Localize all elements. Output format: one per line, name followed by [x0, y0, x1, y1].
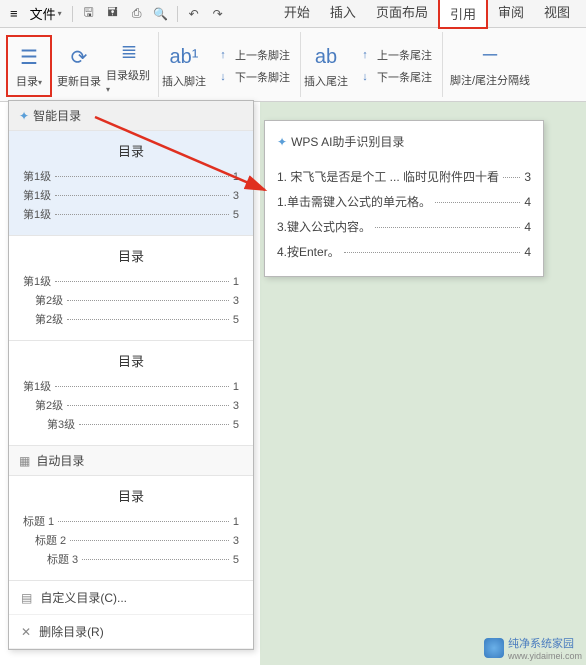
update-toc-button[interactable]: ⟳ 更新目录	[56, 35, 102, 97]
delete-toc-menuitem[interactable]: ✕ 删除目录(R)	[9, 615, 253, 649]
divider	[177, 6, 178, 22]
ai-toc-item[interactable]: 1.单击需键入公式的单元格。4	[277, 193, 531, 210]
separator-button[interactable]: ─ 脚注/尾注分隔线	[445, 34, 535, 96]
delete-icon: ✕	[21, 625, 31, 639]
auto-toc-header: ▦ 自动目录	[9, 446, 253, 476]
tab-insert[interactable]: 插入	[320, 0, 366, 29]
divider	[72, 6, 73, 22]
toc-label: 目录▾	[16, 73, 42, 89]
prev-endnote-button[interactable]: ↑ 上一条尾注	[353, 45, 436, 65]
next-icon: ↓	[357, 69, 373, 85]
ai-toc-item[interactable]: 3.键入公式内容。4	[277, 218, 531, 235]
ribbon-tabs: 开始 插入 页面布局 引用 审阅 视图	[274, 0, 580, 29]
smart-toc-header: ✦ 智能目录	[9, 101, 253, 131]
tab-start[interactable]: 开始	[274, 0, 320, 29]
save-icon[interactable]: 🖫	[79, 4, 99, 24]
toc-preset-2[interactable]: 目录 第1级1 第2级3 第2级5	[9, 236, 253, 341]
toc-preset-3[interactable]: 目录 第1级1 第2级3 第3级5	[9, 341, 253, 446]
file-label: 文件	[30, 4, 56, 23]
file-menu[interactable]: 文件 ▾	[26, 4, 66, 23]
chevron-down-icon: ▾	[58, 9, 62, 18]
watermark-icon	[484, 638, 504, 658]
endnote-icon: ab	[312, 43, 340, 71]
level-label: 目录级别▾	[106, 67, 152, 95]
settings-icon: ▤	[21, 591, 32, 605]
print-icon[interactable]: ⎙	[127, 4, 147, 24]
prev-footnote-button[interactable]: ↑ 上一条脚注	[211, 45, 294, 65]
ai-recognize-panel: ✦ WPS AI助手识别目录 1. 宋飞飞是否是个工 ... 临时见附件四十看3…	[264, 120, 544, 277]
ai-toc-item[interactable]: 1. 宋飞飞是否是个工 ... 临时见附件四十看3	[277, 168, 531, 185]
prev-icon: ↑	[357, 47, 373, 63]
next-icon: ↓	[215, 69, 231, 85]
footnote-label: 插入脚注	[162, 73, 206, 89]
toc-button[interactable]: ☰ 目录▾	[6, 35, 52, 97]
footnote-icon: ab¹	[170, 43, 198, 71]
toc-level-button[interactable]: ≣ 目录级别▾	[106, 35, 152, 97]
ai-icon: ✦	[277, 135, 287, 149]
document-icon: ▦	[19, 454, 30, 468]
tab-pagelayout[interactable]: 页面布局	[366, 0, 438, 29]
toc-preset-1[interactable]: 目录 第1级1 第1级3 第1级5	[9, 131, 253, 236]
prev-icon: ↑	[215, 47, 231, 63]
toc-preset-4[interactable]: 目录 标题 11 标题 23 标题 35	[9, 476, 253, 581]
insert-footnote-button[interactable]: ab¹ 插入脚注	[161, 35, 207, 97]
refresh-icon: ⟳	[65, 43, 93, 71]
ai-icon: ✦	[19, 109, 29, 123]
level-icon: ≣	[115, 37, 143, 65]
redo-icon[interactable]: ↷	[208, 4, 228, 24]
ai-panel-header: ✦ WPS AI助手识别目录	[277, 129, 531, 160]
ai-toc-item[interactable]: 4.按Enter。4	[277, 243, 531, 260]
watermark: 纯净系统家园 www.yidaimei.com	[484, 635, 582, 661]
custom-toc-menuitem[interactable]: ▤ 自定义目录(C)...	[9, 581, 253, 615]
tab-review[interactable]: 审阅	[488, 0, 534, 29]
insert-endnote-button[interactable]: ab 插入尾注	[303, 35, 349, 97]
separator-label: 脚注/尾注分隔线	[450, 72, 530, 88]
preview-icon[interactable]: 🔍	[151, 4, 171, 24]
undo-icon[interactable]: ↶	[184, 4, 204, 24]
endnote-label: 插入尾注	[304, 73, 348, 89]
next-endnote-button[interactable]: ↓ 下一条尾注	[353, 67, 436, 87]
toc-dropdown-panel: ✦ 智能目录 目录 第1级1 第1级3 第1级5 目录 第1级1 第2级3 第2…	[8, 100, 254, 650]
hamburger-icon[interactable]: ≡	[6, 6, 22, 21]
separator-icon: ─	[476, 42, 504, 70]
saveas-icon[interactable]: 🖬	[103, 4, 123, 24]
next-footnote-button[interactable]: ↓ 下一条脚注	[211, 67, 294, 87]
tab-view[interactable]: 视图	[534, 0, 580, 29]
update-label: 更新目录	[57, 73, 101, 89]
toc-icon: ☰	[15, 43, 43, 71]
tab-references[interactable]: 引用	[438, 0, 488, 29]
